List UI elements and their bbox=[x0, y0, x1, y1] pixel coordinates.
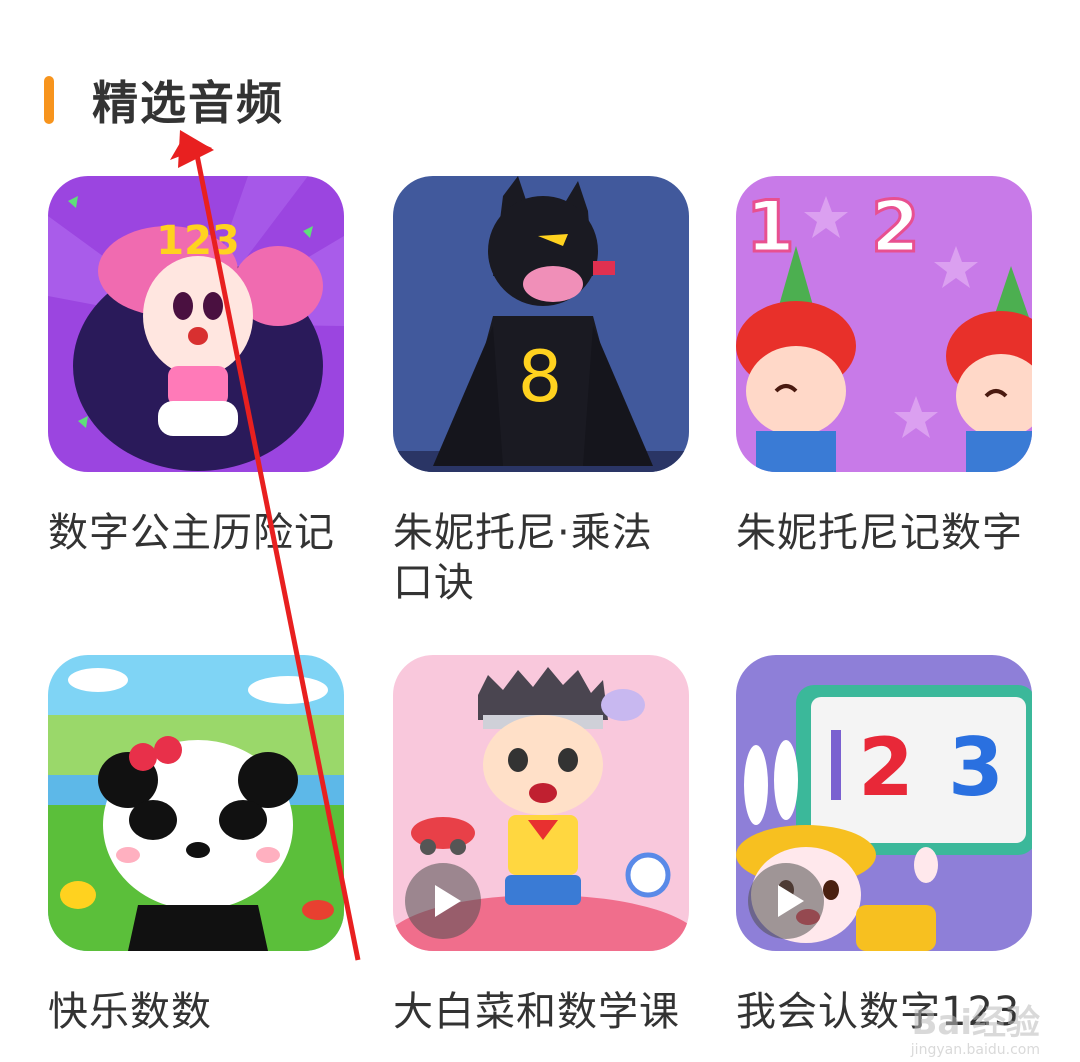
section-accent-bar bbox=[44, 76, 54, 124]
audio-card[interactable]: 123 数字公主历险记 bbox=[48, 176, 344, 558]
boy-cover[interactable] bbox=[393, 655, 689, 951]
bat-cover[interactable]: 8 bbox=[393, 176, 689, 472]
svg-text:2: 2 bbox=[858, 721, 914, 814]
section-header: 精选音频 bbox=[44, 70, 284, 130]
card-title: 数字公主历险记 bbox=[48, 510, 335, 556]
watermark: Bai经验 jingyan.baidu.com bbox=[911, 995, 1040, 1058]
audio-card[interactable]: 快乐数数 bbox=[48, 655, 344, 1037]
svg-text:3: 3 bbox=[948, 721, 1004, 814]
watermark-sub: jingyan.baidu.com bbox=[910, 1042, 1040, 1058]
svg-text:2: 2 bbox=[871, 186, 920, 268]
card-title: 大白菜和数学课 bbox=[393, 989, 680, 1035]
bunny-cover[interactable]: 2 3 bbox=[736, 655, 1032, 951]
svg-text:8: 8 bbox=[518, 336, 563, 418]
section-title: 精选音频 bbox=[92, 76, 284, 130]
princess-cover[interactable]: 123 bbox=[48, 176, 344, 472]
card-title: 朱妮托尼·乘法口诀 bbox=[393, 510, 653, 606]
twins-cover[interactable]: 1 2 bbox=[736, 176, 1032, 472]
audio-card[interactable]: 1 2 朱妮托尼记数字 bbox=[736, 176, 1032, 558]
play-icon[interactable] bbox=[405, 863, 481, 939]
svg-text:1: 1 bbox=[746, 186, 795, 268]
card-title: 朱妮托尼记数字 bbox=[736, 510, 1023, 556]
watermark-text: Bai经验 bbox=[911, 1003, 1040, 1043]
svg-text:123: 123 bbox=[156, 218, 240, 264]
play-icon[interactable] bbox=[748, 863, 824, 939]
audio-card[interactable]: 大白菜和数学课 bbox=[393, 655, 689, 1037]
panda-cover[interactable] bbox=[48, 655, 344, 951]
card-title: 快乐数数 bbox=[48, 989, 212, 1035]
audio-card[interactable]: 2 3 我会认数字123 bbox=[736, 655, 1032, 1037]
audio-card[interactable]: 8 朱妮托尼·乘法口诀 bbox=[393, 176, 689, 608]
